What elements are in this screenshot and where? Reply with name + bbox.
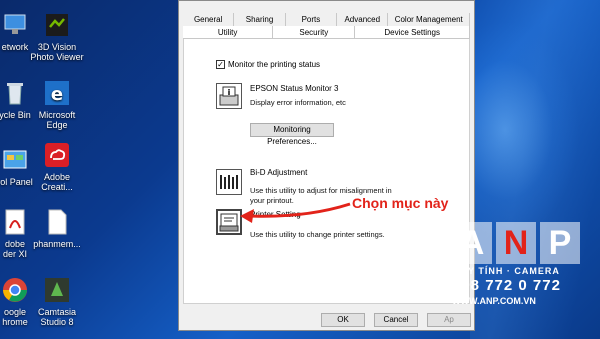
- status-monitor-title: EPSON Status Monitor 3: [250, 84, 339, 93]
- printer-properties-dialog: General Sharing Ports Advanced Color Man…: [178, 0, 475, 331]
- arrow-head: [240, 209, 254, 223]
- desktop-icon-label: Photo Viewer: [30, 52, 84, 62]
- desktop-icon-label: Microsoft: [38, 110, 76, 120]
- tab-sharing[interactable]: Sharing: [234, 13, 286, 26]
- anp-tagline: MÁY TÍNH · CAMERA: [452, 266, 560, 276]
- desktop-icon-label: Camtasia: [37, 307, 76, 317]
- desktop-icon-phanmem[interactable]: phanmem...: [26, 207, 88, 249]
- desktop-icon-label: Edge: [46, 120, 68, 130]
- svg-text:i: i: [228, 88, 231, 97]
- desktop-icon-label: Adobe: [43, 172, 71, 182]
- tab-row-bottom: Utility Security Device Settings: [183, 26, 470, 39]
- desktop-icon-label: der XI: [2, 249, 27, 259]
- anp-logo: A N P: [452, 222, 600, 264]
- anp-watermark: A N P MÁY TÍNH · CAMERA 098 772 0 772 WW…: [452, 222, 600, 339]
- tab-row-top: General Sharing Ports Advanced Color Man…: [183, 13, 471, 26]
- utility-panel: ✓ Monitor the printing status i EPSON St…: [183, 39, 470, 304]
- anp-url: WWW.ANP.COM.VN: [452, 296, 536, 306]
- tab-utility[interactable]: Utility: [183, 26, 274, 38]
- document-icon: [42, 207, 72, 237]
- anp-letter-a: A: [452, 222, 492, 264]
- desktop-icon-adobe-creative-cloud[interactable]: Adobe Creati...: [26, 140, 88, 192]
- red-arrow-annotation: [240, 202, 351, 223]
- arrow-line: [249, 202, 351, 218]
- status-monitor-desc: Display error information, etc: [250, 98, 346, 107]
- anp-letter-n: N: [496, 222, 536, 264]
- desktop-icon-label: Creati...: [41, 182, 73, 192]
- 3d-vision-icon: [42, 10, 72, 40]
- desktop-icon-label: 3D Vision: [37, 42, 77, 52]
- desktop-icon-3d-vision[interactable]: 3D Vision Photo Viewer: [26, 10, 88, 62]
- checkbox-box[interactable]: ✓: [216, 60, 225, 69]
- bi-d-adjustment-title: Bi-D Adjustment: [250, 168, 308, 177]
- tab-device-settings[interactable]: Device Settings: [355, 26, 470, 38]
- creative-cloud-icon: [42, 140, 72, 170]
- checkbox-label: Monitor the printing status: [228, 60, 321, 69]
- edge-icon: e: [42, 78, 72, 108]
- printer-setting-desc: Use this utility to change printer setti…: [250, 230, 385, 239]
- monitoring-preferences-button[interactable]: Monitoring Preferences...: [250, 123, 334, 146]
- status-monitor-icon[interactable]: i: [216, 83, 242, 109]
- desktop-icon-camtasia[interactable]: Camtasia Studio 8: [26, 275, 88, 327]
- monitor-printing-status-checkbox[interactable]: ✓ Monitor the printing status: [216, 60, 320, 69]
- desktop-icon-label: Studio 8: [40, 317, 74, 327]
- tab-ports[interactable]: Ports: [286, 13, 338, 26]
- tab-security[interactable]: Security: [273, 26, 356, 38]
- desktop-icon-edge[interactable]: e Microsoft Edge: [26, 78, 88, 130]
- tab-general[interactable]: General: [183, 13, 235, 26]
- anp-letter-p: P: [540, 222, 580, 264]
- camtasia-icon: [42, 275, 72, 305]
- desktop-icon-label: phanmem...: [33, 239, 81, 249]
- cancel-button[interactable]: Cancel: [374, 313, 418, 327]
- anp-phone: 098 772 0 772: [452, 277, 561, 294]
- tab-advanced[interactable]: Advanced: [337, 13, 389, 26]
- annotation-text: Chọn mục này: [352, 195, 449, 211]
- bi-d-adjustment-icon[interactable]: [216, 169, 242, 195]
- ok-button[interactable]: OK: [321, 313, 365, 327]
- svg-text:e: e: [51, 84, 63, 105]
- tab-color-management[interactable]: Color Management: [388, 13, 471, 26]
